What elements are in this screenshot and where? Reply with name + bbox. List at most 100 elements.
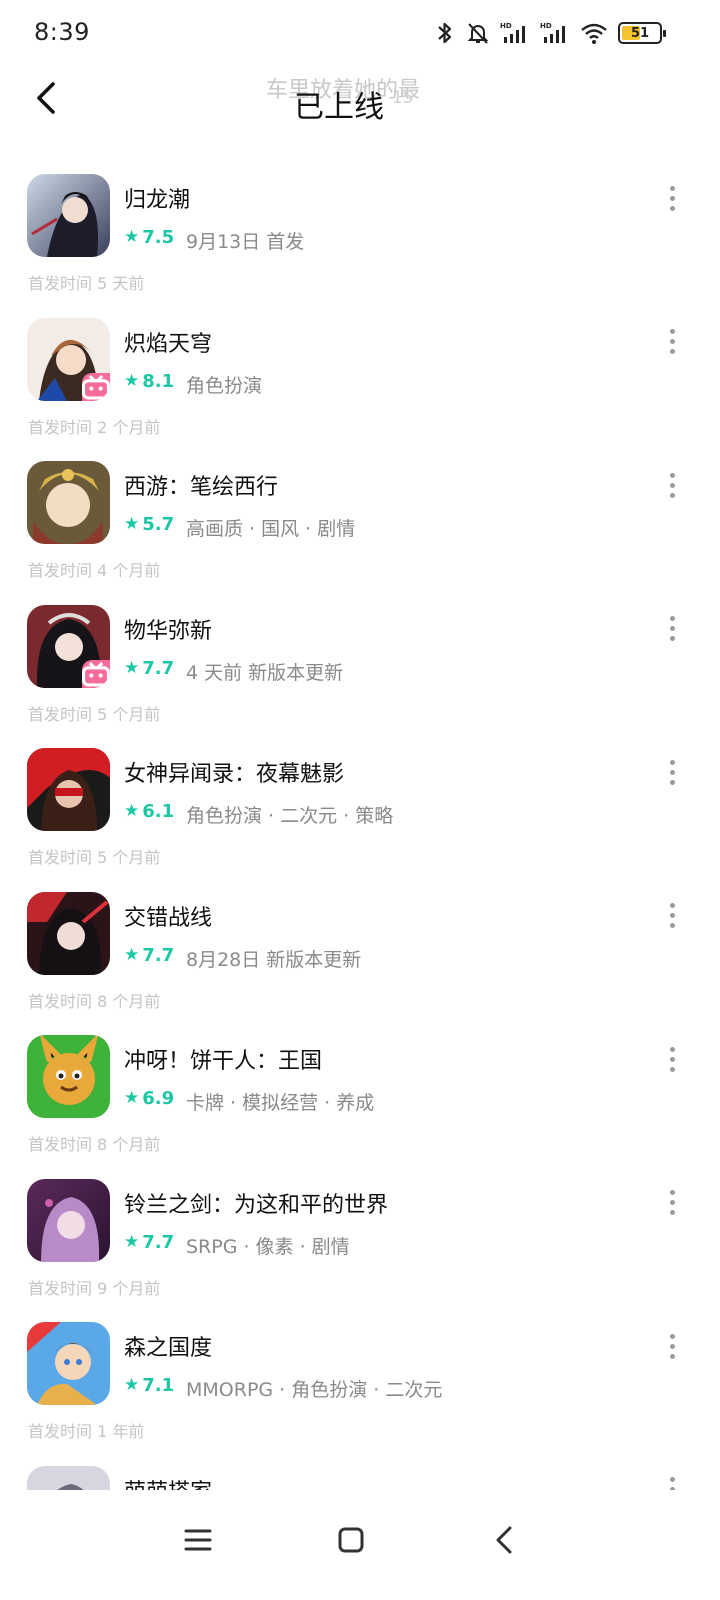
bluetooth-icon: [438, 22, 452, 44]
rating-value: 7.1: [142, 1375, 175, 1396]
rating: ★ 7.1: [124, 1375, 174, 1396]
game-meta: MMORPG · 角色扮演 · 二次元: [186, 1379, 443, 1401]
more-button[interactable]: [656, 182, 688, 214]
release-time: 首发时间 5 个月前: [28, 848, 161, 867]
rating-value: 6.9: [142, 1088, 175, 1109]
game-meta: 高画质 · 国风 · 剧情: [186, 518, 356, 540]
game-icon: [27, 317, 110, 401]
svg-text:HD: HD: [500, 22, 512, 30]
status-icons: HD HD 51: [434, 20, 666, 46]
game-name: 冲呀！饼干人：王国: [124, 1049, 323, 1074]
back-nav-button[interactable]: [474, 1510, 534, 1570]
home-button[interactable]: [321, 1510, 381, 1570]
star-icon: ★: [124, 657, 140, 678]
release-time: 首发时间 5 个月前: [28, 704, 161, 724]
rating: ★ 8.1: [124, 371, 174, 392]
svg-text:HD: HD: [540, 22, 552, 30]
game-meta: SRPG · 像素 · 剧情: [186, 1235, 350, 1258]
more-button[interactable]: [656, 1187, 688, 1219]
status-bar: 8:39 HD HD 51: [0, 0, 720, 64]
game-meta: 8月28日 新版本更新: [186, 948, 362, 971]
game-name: 归龙潮: [124, 188, 191, 213]
star-icon: ★: [124, 1088, 140, 1108]
more-button[interactable]: [656, 469, 688, 501]
game-name: 森之国度: [124, 1336, 213, 1361]
mute-bell-icon: [467, 23, 489, 44]
release-time: 首发时间 8 个月前: [28, 991, 161, 1011]
more-button[interactable]: [656, 900, 688, 932]
list-item[interactable]: 炽焰天穹 ★ 8.1 角色扮演 首发时间 2 个月前: [0, 316, 720, 460]
rating: ★ 7.7: [124, 945, 174, 966]
more-button[interactable]: [656, 1330, 688, 1362]
rating: ★ 6.9: [124, 1088, 174, 1109]
rating: ★ 7.7: [124, 1232, 174, 1253]
game-icon: [27, 1035, 110, 1118]
star-icon: ★: [124, 801, 140, 821]
list-item[interactable]: 铃兰之剑：为这和平的世界 ★ 7.7 SRPG · 像素 · 剧情 首发时间 9…: [0, 1177, 720, 1321]
list-item[interactable]: 交错战线 ★ 7.7 8月28日 新版本更新 首发时间 8 个月前: [0, 890, 720, 1034]
game-icon: [27, 461, 110, 544]
bilibili-icon: [82, 372, 110, 401]
game-name: 铃兰之剑：为这和平的世界: [124, 1192, 389, 1218]
ghost-count: 15: [392, 88, 414, 108]
game-name: 女神异闻录：夜幕魅影: [124, 762, 345, 787]
hd-signal-icon: HD: [500, 22, 525, 43]
list-item[interactable]: 萌萌搭家: [0, 1464, 720, 1491]
navigation-bar: [0, 1490, 720, 1600]
game-name: 物华弥新: [124, 618, 213, 644]
game-meta: 4 天前 新版本更新: [186, 661, 344, 684]
more-button[interactable]: [656, 1474, 688, 1490]
rating: ★ 5.7: [124, 514, 174, 535]
header: 车里放着她的最 15 已上线: [0, 64, 720, 144]
more-button[interactable]: [656, 756, 688, 788]
chevron-left-icon: [37, 82, 55, 114]
rating-value: 7.7: [142, 944, 175, 966]
game-icon: [27, 748, 110, 831]
menu-icon: [184, 1529, 212, 1551]
rating-value: 8.1: [142, 370, 175, 392]
list-item[interactable]: 西游：笔绘西行 ★ 5.7 高画质 · 国风 · 剧情 首发时间 4 个月前: [0, 459, 720, 603]
game-meta: 角色扮演: [186, 374, 263, 397]
game-list: 归龙潮 ★ 7.5 9月13日 首发 首发时间 5 天前 炽焰天穹 ★ 8.1 …: [0, 172, 720, 1490]
list-item[interactable]: 女神异闻录：夜幕魅影 ★ 6.1 角色扮演 · 二次元 · 策略 首发时间 5 …: [0, 746, 720, 890]
star-icon: ★: [124, 1231, 140, 1252]
rating-value: 7.7: [142, 1231, 175, 1253]
rating-value: 7.7: [142, 657, 175, 679]
release-time: 首发时间 1 年前: [28, 1422, 145, 1441]
back-triangle-icon: [496, 1526, 512, 1554]
rating-value: 7.5: [142, 227, 175, 248]
recent-apps-button[interactable]: [168, 1510, 228, 1570]
release-time: 首发时间 8 个月前: [28, 1135, 161, 1154]
release-time: 首发时间 9 个月前: [28, 1278, 161, 1298]
more-button[interactable]: [656, 1043, 688, 1075]
star-icon: ★: [124, 227, 140, 247]
game-icon: [27, 174, 110, 257]
list-item[interactable]: 物华弥新 ★ 7.7 4 天前 新版本更新 首发时间 5 个月前: [0, 603, 720, 747]
star-icon: ★: [124, 944, 140, 965]
star-icon: ★: [124, 1375, 140, 1395]
game-icon: [27, 1178, 110, 1262]
game-name: 萌萌搭家: [124, 1474, 212, 1491]
list-item[interactable]: 冲呀！饼干人：王国 ★ 6.9 卡牌 · 模拟经营 · 养成 首发时间 8 个月…: [0, 1033, 720, 1177]
page-title: 已上线: [294, 90, 384, 125]
game-name: 西游：笔绘西行: [124, 475, 279, 500]
hd-signal-icon: HD: [540, 22, 565, 43]
game-icon: [27, 1322, 110, 1405]
star-icon: ★: [124, 514, 140, 534]
rating-value: 5.7: [142, 514, 175, 535]
game-name: 炽焰天穹: [124, 331, 213, 357]
game-icon: [27, 604, 110, 688]
list-item[interactable]: 森之国度 ★ 7.1 MMORPG · 角色扮演 · 二次元 首发时间 1 年前: [0, 1320, 720, 1464]
game-name: 交错战线: [124, 905, 213, 931]
game-meta: 卡牌 · 模拟经营 · 养成: [186, 1092, 375, 1114]
more-button[interactable]: [656, 613, 688, 645]
game-meta: 角色扮演 · 二次元 · 策略: [186, 805, 394, 827]
star-icon: ★: [124, 370, 140, 391]
rating: ★ 6.1: [124, 801, 174, 822]
battery-icon: 51: [618, 22, 666, 44]
rating: ★ 7.7: [124, 658, 174, 679]
home-square-icon: [338, 1527, 364, 1553]
more-button[interactable]: [656, 326, 688, 358]
back-button[interactable]: [22, 74, 70, 122]
list-item[interactable]: 归龙潮 ★ 7.5 9月13日 首发 首发时间 5 天前: [0, 172, 720, 316]
